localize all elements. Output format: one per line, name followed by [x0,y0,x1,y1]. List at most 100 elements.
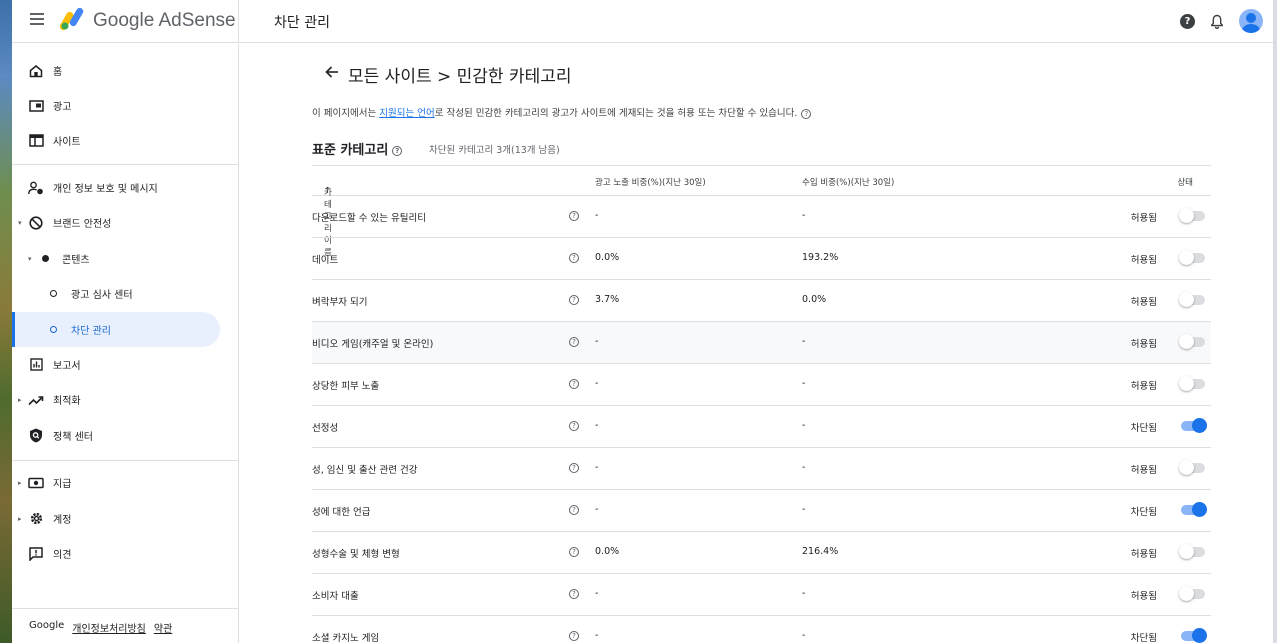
status-toggle[interactable] [1179,334,1207,349]
help-circle-icon[interactable]: ? [801,108,812,119]
table-row[interactable]: 성형수술 및 체형 변형? 0.0% 216.4% 허용됨 [312,532,1211,574]
sidebar-item-label: 홈 [53,67,63,78]
section-title-text: 표준 카테고리 [312,143,389,158]
adsense-logo-icon [60,7,84,31]
section-title: 표준 카테고리? [312,139,403,158]
help-circle-icon[interactable]: ? [569,547,579,557]
help-circle-icon[interactable]: ? [569,295,579,305]
sidebar-item-ad-review-center[interactable]: 광고 심사 센터 [12,276,238,311]
page-heading: 차단 관리 [274,15,330,31]
help-circle-icon[interactable]: ? [569,337,579,347]
help-circle-icon[interactable]: ? [392,145,403,156]
category-name: 소비자 대출 [312,591,359,602]
sidebar-item-label: 최적화 [53,396,81,407]
table-row[interactable]: 선정성? - - 차단됨 [312,406,1211,448]
sidebar-item-label: 의견 [53,550,72,561]
blocked-count: 차단된 카테고리 3개(13개 남음) [429,145,560,156]
status-toggle[interactable] [1179,250,1207,265]
help-circle-icon[interactable]: ? [569,589,579,599]
bullet-icon [37,251,53,267]
table-body: 다운로드할 수 있는 유틸리티? - - 허용됨 데이트? 0.0% 193.2% 허용됨 벼락… [312,196,1211,643]
user-avatar[interactable] [1239,9,1263,33]
table-row[interactable]: 데이트? 0.0% 193.2% 허용됨 [312,238,1211,280]
revenue-value: 0.0% [802,294,827,305]
impressions-value: 0.0% [595,546,620,557]
category-name: 선정성 [312,423,339,434]
status-toggle[interactable] [1179,544,1207,559]
top-icons: ? [1180,9,1263,33]
status-label: 허용됨 [1130,255,1157,266]
status-label: 허용됨 [1130,339,1157,350]
back-arrow-icon[interactable] [324,64,340,80]
table-row[interactable]: 비디오 게임(캐주얼 및 온라인)? - - 허용됨 [312,322,1211,364]
status-toggle[interactable] [1179,376,1207,391]
status-toggle[interactable] [1179,292,1207,307]
sidebar-divider [12,460,238,461]
impressions-value: - [595,462,599,473]
table-row[interactable]: 성에 대한 언급? - - 차단됨 [312,490,1211,532]
table-row[interactable]: 소셜 카지노 게임? - - 차단됨 [312,616,1211,643]
privacy-policy-link[interactable]: 개인정보처리방침 [72,620,146,635]
supported-languages-link[interactable]: 지원되는 언어 [379,108,434,119]
bullet-ring-icon [45,322,61,338]
chevron-down-icon: ▾ [18,218,22,227]
sidebar-item-feedback[interactable]: 의견 [12,536,238,571]
sidebar-item-home[interactable]: 홈 [12,53,238,88]
sidebar-item-privacy-messaging[interactable]: 개인 정보 보호 및 메시지 [12,170,238,205]
table-row[interactable]: 소비자 대출? - - 허용됨 [312,574,1211,616]
status-toggle[interactable] [1179,628,1207,643]
revenue-value: - [802,420,806,431]
sidebar-item-content[interactable]: ▾ 콘텐츠 [12,241,238,276]
brand-name[interactable]: Google AdSense [93,10,236,32]
status-toggle[interactable] [1179,586,1207,601]
help-circle-icon[interactable]: ? [569,253,579,263]
notification-bell-icon[interactable] [1210,14,1224,29]
sidebar-item-reports[interactable]: 보고서 [12,347,238,382]
status-label: 허용됨 [1130,213,1157,224]
help-circle-icon[interactable]: ? [569,463,579,473]
status-toggle[interactable] [1179,502,1207,517]
sidebar-item-blocking-controls[interactable]: 차단 관리 [12,312,220,347]
status-label: 허용됨 [1130,297,1157,308]
table-row[interactable]: 다운로드할 수 있는 유틸리티? - - 허용됨 [312,196,1211,238]
column-header-impressions[interactable]: 광고 노출 비중(%)(지난 30일) [595,176,706,188]
category-name: 소셜 카지노 게임 [312,633,380,643]
help-icon[interactable]: ? [1180,13,1195,29]
sidebar-item-sites[interactable]: 사이트 [12,123,238,158]
category-name: 성에 대한 언급 [312,507,371,518]
category-name: 비디오 게임(캐주얼 및 온라인) [312,339,434,350]
table-row[interactable]: 벼락부자 되기? 3.7% 0.0% 허용됨 [312,280,1211,322]
table-row[interactable]: 성, 임신 및 출산 관련 건강? - - 허용됨 [312,448,1211,490]
column-header-revenue[interactable]: 수입 비중(%)(지난 30일) [802,176,894,188]
help-circle-icon[interactable]: ? [569,379,579,389]
sidebar-item-ads[interactable]: 광고 [12,88,238,123]
terms-link[interactable]: 약관 [154,620,172,635]
menu-icon[interactable] [30,13,44,27]
status-toggle[interactable] [1179,208,1207,223]
category-name: 다운로드할 수 있는 유틸리티 [312,213,426,224]
help-circle-icon[interactable]: ? [569,631,579,641]
status-toggle[interactable] [1179,460,1207,475]
impressions-value: - [595,504,599,515]
table-row[interactable]: 상당한 피부 노출? - - 허용됨 [312,364,1211,406]
top-app-bar: Google AdSense 차단 관리 ? [12,0,1273,43]
arrow-up-icon: ↑ [324,186,332,196]
sidebar-item-account[interactable]: ▸ 계정 [12,501,238,536]
header-divider [238,0,239,43]
help-circle-icon[interactable]: ? [569,211,579,221]
sidebar-item-payments[interactable]: ▸ 지급 [12,465,238,500]
sidebar-item-optimization[interactable]: ▸ 최적화 [12,382,238,417]
sidebar-item-brand-safety[interactable]: ▾ 브랜드 안전성 [12,205,238,240]
sidebar-item-policy-center[interactable]: 정책 센터 [12,418,238,453]
window-edge [1273,0,1277,643]
revenue-value: - [802,210,806,221]
status-label: 차단됨 [1130,423,1157,434]
sidebar-item-label: 사이트 [53,137,81,148]
category-name: 성, 임신 및 출산 관련 건강 [312,465,418,476]
trending-up-icon [28,392,44,408]
desktop-background-strip [0,0,12,643]
help-circle-icon[interactable]: ? [569,505,579,515]
description-text: 로 작성된 민감한 카테고리의 광고가 사이트에 게재되는 것을 허용 또는 차… [434,108,798,119]
status-toggle[interactable] [1179,418,1207,433]
help-circle-icon[interactable]: ? [569,421,579,431]
